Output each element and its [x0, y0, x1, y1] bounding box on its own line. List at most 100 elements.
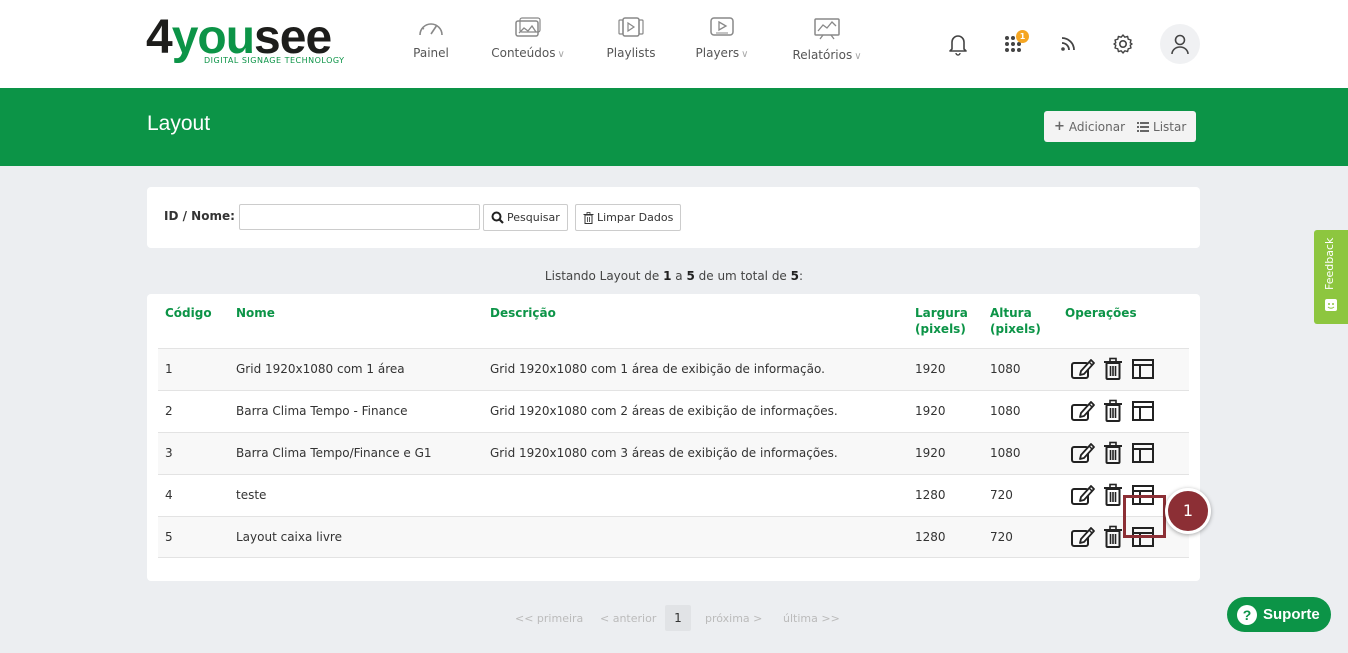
cell-height: 1080 — [990, 446, 1021, 460]
cell-height: 1080 — [990, 362, 1021, 376]
layout-editor-button[interactable] — [1128, 441, 1158, 467]
search-button[interactable]: Pesquisar — [483, 204, 568, 231]
rss-button[interactable] — [1048, 24, 1088, 64]
cell-description: Grid 1920x1080 com 2 áreas de exibição d… — [490, 404, 838, 418]
top-navbar: 4yousee DIGITAL SIGNAGE TECHNOLOGY Paine… — [0, 0, 1348, 88]
cell-name: Layout caixa livre — [236, 530, 342, 544]
cell-width: 1280 — [915, 530, 946, 544]
delete-button[interactable] — [1098, 441, 1128, 467]
search-icon — [491, 211, 504, 224]
delete-button[interactable] — [1098, 357, 1128, 383]
nav-painel-label: Painel — [413, 46, 449, 60]
support-label: Suporte — [1263, 606, 1320, 623]
notifications-button[interactable] — [938, 24, 978, 64]
trash-icon — [1103, 399, 1123, 426]
edit-button[interactable] — [1068, 483, 1098, 509]
edit-icon — [1070, 441, 1096, 468]
cell-width: 1920 — [915, 362, 946, 376]
cell-code: 1 — [165, 362, 173, 376]
highlight-box — [1123, 495, 1166, 538]
notification-badge: 1 — [1016, 30, 1029, 43]
search-input[interactable] — [239, 204, 480, 230]
listing-suffix: : — [799, 269, 804, 283]
cell-description: Grid 1920x1080 com 3 áreas de exibição d… — [490, 446, 838, 460]
cell-name: Barra Clima Tempo/Finance e G1 — [236, 446, 432, 460]
column-header-width-line1: Largura — [915, 306, 968, 320]
user-avatar-button[interactable] — [1160, 24, 1200, 64]
settings-button[interactable] — [1103, 24, 1143, 64]
column-header-width[interactable]: Largura (pixels) — [915, 305, 968, 337]
pagination-first[interactable]: << primeira — [515, 605, 583, 631]
column-header-height-line2: (pixels) — [990, 322, 1041, 336]
list-button[interactable]: Listar — [1135, 111, 1196, 142]
rss-icon — [1061, 37, 1075, 51]
pagination-next[interactable]: próxima > — [705, 605, 762, 631]
feedback-label: Feedback — [1323, 237, 1336, 290]
clear-button[interactable]: Limpar Dados — [575, 204, 682, 231]
layout-editor-button[interactable] — [1128, 399, 1158, 425]
nav-relatorios[interactable]: Relatórios ∨ — [787, 16, 867, 72]
cell-code: 3 — [165, 446, 173, 460]
nav-playlists-label: Playlists — [606, 46, 656, 60]
search-label: ID / Nome: — [164, 209, 235, 223]
edit-icon — [1070, 357, 1096, 384]
pagination-current[interactable]: 1 — [665, 605, 691, 631]
edit-button[interactable] — [1068, 441, 1098, 467]
nav-conteudos-label: Conteúdos — [491, 46, 556, 60]
cell-name: Grid 1920x1080 com 1 área — [236, 362, 405, 376]
listing-prefix: Listando Layout de — [544, 269, 660, 283]
user-icon — [1171, 34, 1189, 55]
column-header-name[interactable]: Nome — [236, 305, 275, 321]
cell-height: 1080 — [990, 404, 1021, 418]
table-row: 5 Layout caixa livre 1280 720 — [158, 516, 1189, 558]
nav-players[interactable]: Players ∨ — [691, 16, 753, 72]
trash-icon — [1103, 357, 1123, 384]
cell-name: Barra Clima Tempo - Finance — [236, 404, 408, 418]
trash-icon — [583, 211, 594, 224]
trash-icon — [1103, 525, 1123, 552]
cell-code: 5 — [165, 530, 173, 544]
report-chart-icon — [814, 18, 840, 40]
pagination-last[interactable]: última >> — [783, 605, 840, 631]
trash-icon — [1103, 483, 1123, 510]
layout-table: Código Nome Descrição Largura (pixels) A… — [147, 294, 1200, 581]
apps-button[interactable]: 1 — [993, 24, 1033, 64]
cell-code: 2 — [165, 404, 173, 418]
listing-summary: Listando Layout de 1 a 5 de um total de … — [0, 269, 1348, 283]
nav-playlists[interactable]: Playlists — [604, 16, 658, 72]
column-header-description[interactable]: Descrição — [490, 305, 556, 321]
listing-from: 1 — [663, 269, 672, 283]
trash-icon — [1103, 441, 1123, 468]
layout-icon — [1131, 400, 1155, 425]
plus-icon: + — [1054, 119, 1065, 134]
delete-button[interactable] — [1098, 399, 1128, 425]
brand-logo[interactable]: 4yousee DIGITAL SIGNAGE TECHNOLOGY — [146, 14, 346, 70]
nav-painel[interactable]: Painel — [406, 16, 456, 72]
add-button[interactable]: + Adicionar — [1044, 111, 1135, 142]
header-actions: + Adicionar Listar — [1044, 111, 1197, 142]
edit-icon — [1070, 483, 1096, 510]
pagination-prev[interactable]: < anterior — [600, 605, 656, 631]
row-operations — [1068, 441, 1158, 467]
search-panel: ID / Nome: Pesquisar Limpar Dados — [147, 187, 1200, 248]
edit-icon — [1070, 525, 1096, 552]
table-row: 3 Barra Clima Tempo/Finance e G1 Grid 1920… — [158, 432, 1189, 474]
add-button-label: Adicionar — [1068, 119, 1126, 134]
layout-editor-button[interactable] — [1128, 357, 1158, 383]
column-header-code[interactable]: Código — [165, 305, 212, 321]
page-title: Layout — [147, 112, 211, 135]
chevron-down-icon: ∨ — [557, 49, 565, 60]
feedback-tab[interactable]: Feedback — [1314, 230, 1348, 324]
edit-button[interactable] — [1068, 525, 1098, 551]
listing-total: 5 — [790, 269, 800, 283]
images-icon — [515, 17, 541, 37]
column-header-operations: Operações — [1065, 306, 1137, 320]
edit-button[interactable] — [1068, 399, 1098, 425]
cell-height: 720 — [990, 488, 1013, 502]
nav-relatorios-label: Relatórios — [792, 48, 853, 62]
column-header-height[interactable]: Altura (pixels) — [990, 305, 1041, 337]
table-row: 1 Grid 1920x1080 com 1 área Grid 1920x1080… — [158, 348, 1189, 390]
nav-conteudos[interactable]: Conteúdos ∨ — [486, 16, 570, 72]
edit-button[interactable] — [1068, 357, 1098, 383]
support-button[interactable]: ? Suporte — [1227, 597, 1331, 632]
